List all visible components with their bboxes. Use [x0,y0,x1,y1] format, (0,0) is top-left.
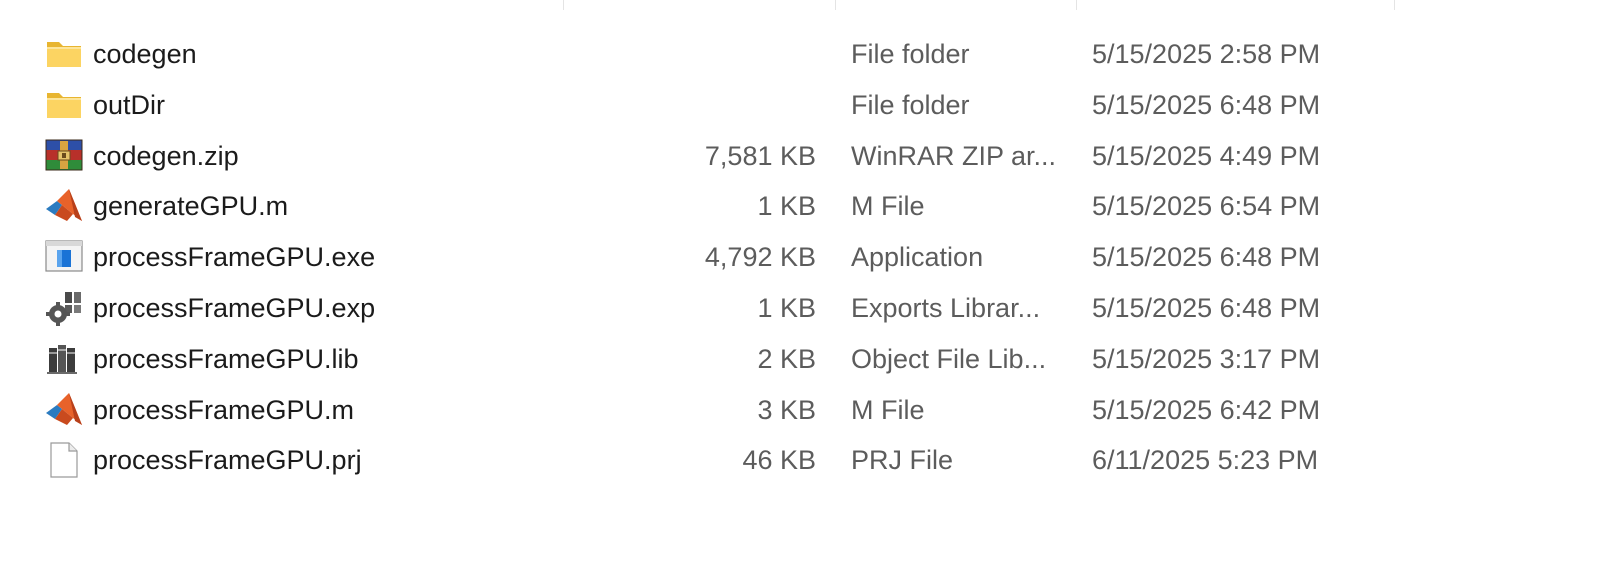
column-divider-type[interactable] [1076,0,1077,10]
file-type: File folder [851,89,970,120]
file-row[interactable]: processFrameGPU.exe 4,792 KB Application… [0,232,1599,283]
file-type: Application [851,242,984,273]
column-divider-name[interactable] [563,0,564,10]
file-date-modified: 5/15/2025 6:54 PM [1092,191,1321,222]
file-date-modified: 5/15/2025 3:17 PM [1092,343,1321,374]
file-name: codegen.zip [93,140,239,171]
file-date-modified: 5/15/2025 6:48 PM [1092,89,1321,120]
matlab-icon [45,187,83,225]
file-name: generateGPU.m [93,191,289,222]
file-name: processFrameGPU.exp [93,292,376,323]
file-type: Exports Librar... [851,292,1041,323]
file-name: processFrameGPU.lib [93,343,359,374]
matlab-icon [45,391,83,429]
file-name: processFrameGPU.exe [93,242,376,273]
file-size: 1 KB [757,292,816,323]
file-row[interactable]: codegen.zip 7,581 KB WinRAR ZIP ar... 5/… [0,131,1599,182]
file-row[interactable]: processFrameGPU.lib 2 KB Object File Lib… [0,334,1599,385]
file-type: M File [851,394,925,425]
column-divider-date[interactable] [1394,0,1395,10]
file-name: codegen [93,39,197,69]
generic-file-icon [45,441,83,479]
file-size: 3 KB [757,394,816,425]
file-name: outDir [93,89,166,120]
file-type: WinRAR ZIP ar... [851,140,1057,171]
file-size: 7,581 KB [704,140,816,171]
file-row[interactable]: processFrameGPU.exp 1 KB Exports Librar.… [0,283,1599,334]
file-size: 2 KB [757,343,816,374]
folder-icon [45,86,83,124]
file-date-modified: 5/15/2025 6:48 PM [1092,292,1321,323]
file-type: PRJ File [851,445,954,476]
file-date-modified: 6/11/2025 5:23 PM [1092,445,1319,476]
file-row[interactable]: outDir File folder 5/15/2025 6:48 PM [0,80,1599,131]
library-icon [45,340,83,378]
file-date-modified: 5/15/2025 6:42 PM [1092,394,1321,425]
file-date-modified: 5/15/2025 2:58 PM [1092,39,1321,69]
file-size: 4,792 KB [704,242,816,273]
column-divider-size[interactable] [835,0,836,10]
file-row[interactable]: processFrameGPU.m 3 KB M File 5/15/2025 … [0,385,1599,436]
file-date-modified: 5/15/2025 6:48 PM [1092,242,1321,273]
folder-icon [45,35,83,73]
file-list: codegen File folder 5/15/2025 2:58 PM ou… [0,29,1599,486]
file-name: processFrameGPU.m [93,394,355,425]
file-row[interactable]: codegen File folder 5/15/2025 2:58 PM [0,29,1599,80]
winrar-archive-icon [45,137,83,175]
file-type: File folder [851,39,970,69]
file-type: M File [851,191,925,222]
file-row[interactable]: processFrameGPU.prj 46 KB PRJ File 6/11/… [0,435,1599,486]
file-date-modified: 5/15/2025 4:49 PM [1092,140,1321,171]
application-icon [45,238,83,276]
file-name: processFrameGPU.prj [93,445,362,476]
file-size: 1 KB [757,191,816,222]
exports-library-icon [45,289,83,327]
file-type: Object File Lib... [851,343,1047,374]
file-row[interactable]: generateGPU.m 1 KB M File 5/15/2025 6:54… [0,181,1599,232]
file-size: 46 KB [742,445,816,476]
